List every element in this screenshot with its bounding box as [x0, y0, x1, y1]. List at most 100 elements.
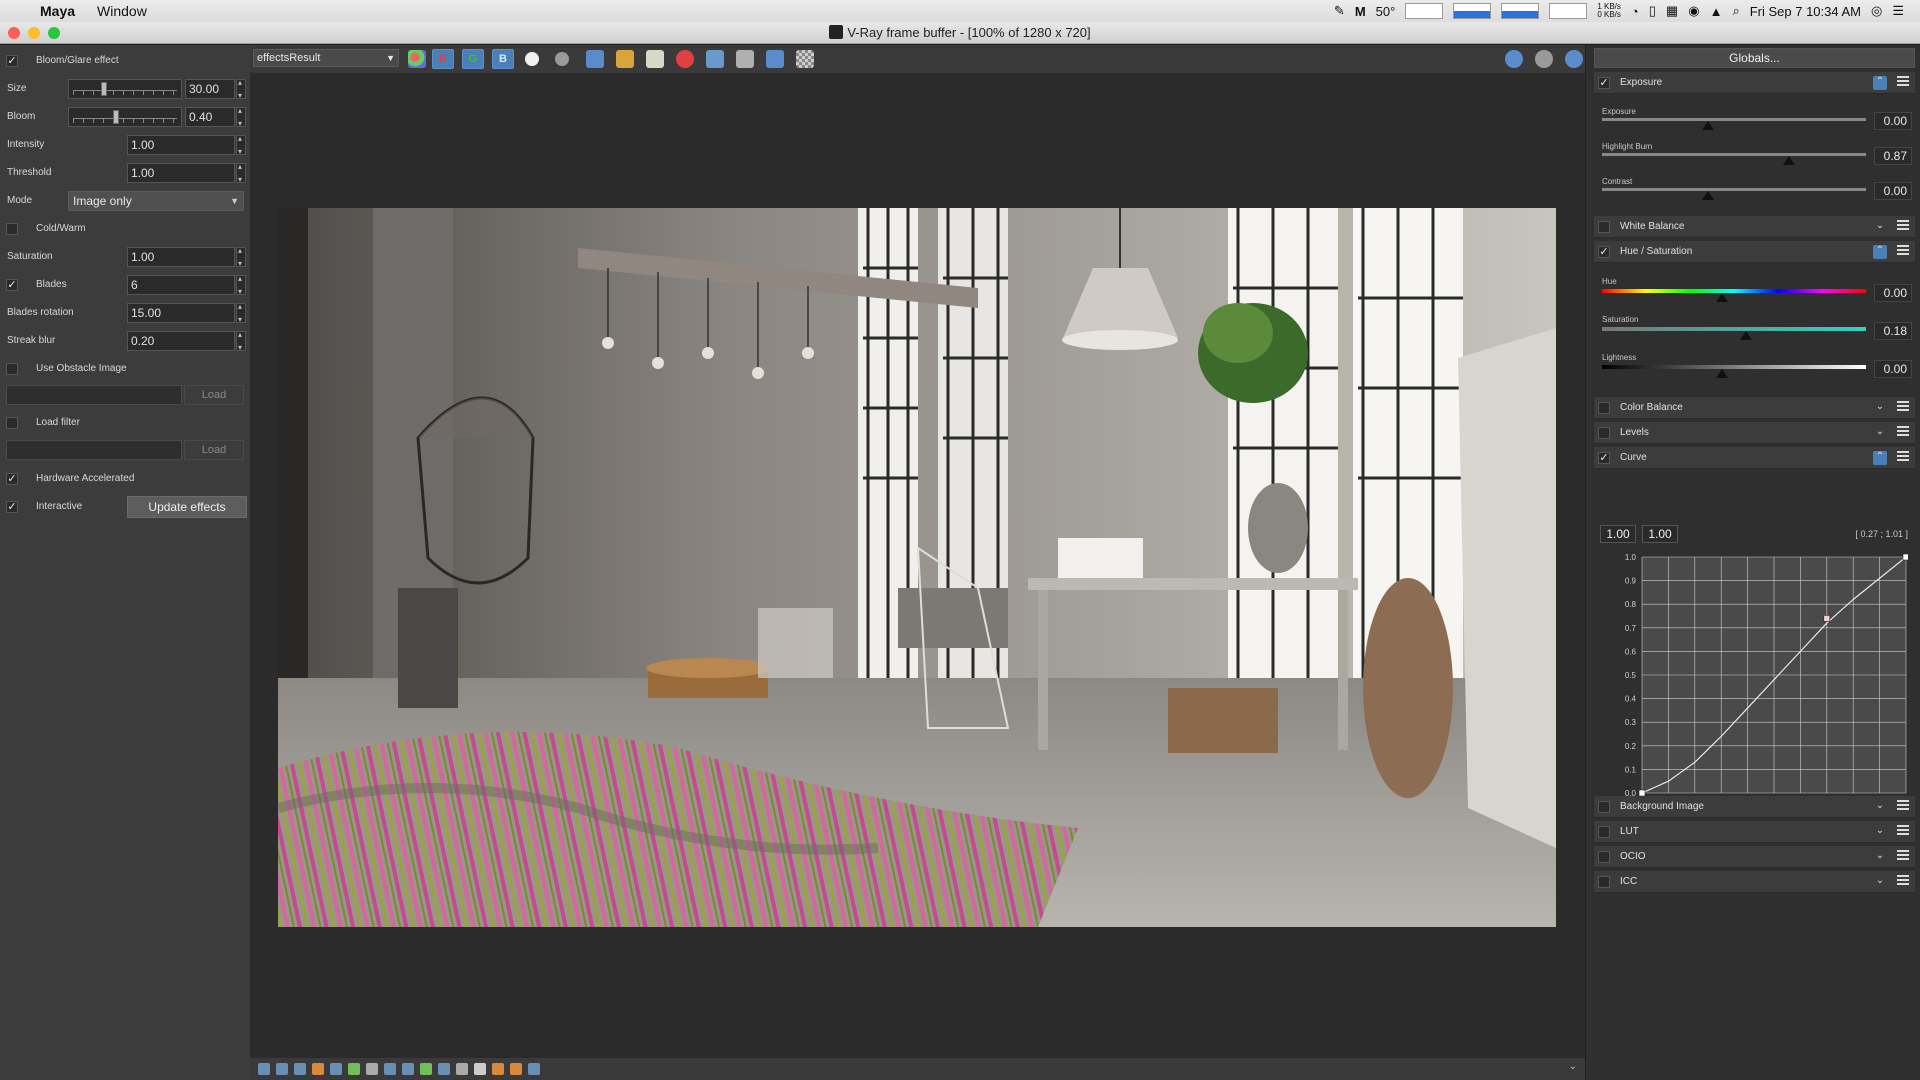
- size-spinner[interactable]: [236, 78, 246, 100]
- m-icon[interactable]: M: [1355, 4, 1366, 19]
- menu-icon[interactable]: [1897, 245, 1909, 257]
- exposure-checkbox[interactable]: ✓: [1598, 77, 1610, 89]
- menu-app[interactable]: Maya: [40, 3, 75, 19]
- lut-icon[interactable]: [456, 1063, 468, 1075]
- section-exposure[interactable]: ✓ Exposure ⌃: [1594, 72, 1915, 94]
- contrast-knob[interactable]: [1701, 191, 1714, 200]
- hardware-checkbox[interactable]: ✓: [6, 473, 18, 485]
- split-icon[interactable]: [510, 1063, 522, 1075]
- exposure-slider[interactable]: [1602, 118, 1866, 121]
- expand-down-icon[interactable]: ⌄: [1569, 1061, 1577, 1072]
- hue-slider[interactable]: [1602, 289, 1866, 293]
- image-icon[interactable]: [420, 1063, 432, 1075]
- bloom-slider[interactable]: [68, 107, 182, 127]
- collapse-icon[interactable]: ⌃: [1873, 245, 1887, 259]
- expand-icon[interactable]: ⌄: [1873, 220, 1887, 234]
- expand-icon[interactable]: ⌄: [1873, 850, 1887, 864]
- menu-icon[interactable]: [1897, 825, 1909, 837]
- compare-icon[interactable]: [276, 1063, 288, 1075]
- stereo-icon[interactable]: [528, 1063, 540, 1075]
- menu-icon[interactable]: [1897, 800, 1909, 812]
- menu-window[interactable]: Window: [97, 3, 147, 19]
- cold-warm-checkbox[interactable]: [6, 223, 18, 235]
- network-speed[interactable]: 1 KB/s 0 KB/s: [1597, 3, 1621, 19]
- expand-icon[interactable]: ⌄: [1873, 825, 1887, 839]
- menu-icon[interactable]: [1897, 220, 1909, 232]
- exposure-knob[interactable]: [1701, 121, 1714, 130]
- blades-rotation-input[interactable]: 15.00: [127, 303, 235, 323]
- section-curve[interactable]: ✓ Curve ⌃: [1594, 447, 1915, 469]
- lightness-value[interactable]: 0.00: [1874, 360, 1912, 378]
- network-graph[interactable]: [1549, 3, 1588, 19]
- filter-path-input[interactable]: [6, 440, 182, 460]
- checker-icon[interactable]: [796, 50, 814, 68]
- collapse-icon[interactable]: ⌃: [1873, 76, 1887, 90]
- blades-checkbox[interactable]: ✓: [6, 279, 18, 291]
- lightness-knob[interactable]: [1716, 369, 1728, 378]
- blue-channel-button[interactable]: B: [492, 49, 514, 69]
- saturation-slider[interactable]: [1602, 327, 1866, 331]
- siri-icon[interactable]: ◎: [1871, 3, 1882, 19]
- clipboard-icon[interactable]: [646, 50, 664, 68]
- size-input[interactable]: 30.00: [185, 79, 235, 99]
- stop-render-icon[interactable]: [676, 50, 694, 68]
- levels-icon[interactable]: [402, 1063, 414, 1075]
- rendered-image[interactable]: [278, 208, 1556, 927]
- highlight-burn-value[interactable]: 0.87: [1874, 147, 1912, 165]
- render-teapot-icon[interactable]: [766, 50, 784, 68]
- intensity-input[interactable]: 1.00: [127, 135, 235, 155]
- curve-output-field[interactable]: 1.00: [1642, 525, 1678, 543]
- mode-dropdown[interactable]: Image only ▼: [68, 191, 244, 211]
- grid-icon[interactable]: ▦: [1666, 3, 1678, 19]
- bloom-spinner[interactable]: [236, 106, 246, 128]
- hue-value[interactable]: 0.00: [1874, 284, 1912, 302]
- h-icon[interactable]: [474, 1063, 486, 1075]
- threshold-input[interactable]: 1.00: [127, 163, 235, 183]
- temperature[interactable]: 50°: [1376, 4, 1396, 19]
- saturation-knob[interactable]: [1740, 331, 1752, 340]
- stamp-icon[interactable]: [1535, 50, 1553, 68]
- menu-icon[interactable]: [1897, 451, 1909, 463]
- icc-checkbox[interactable]: [1598, 876, 1610, 888]
- flip-icon[interactable]: [492, 1063, 504, 1075]
- history-icon[interactable]: [258, 1063, 270, 1075]
- track-mouse-icon[interactable]: [736, 50, 754, 68]
- collapse-icon[interactable]: ⌃: [1873, 451, 1887, 465]
- update-effects-button[interactable]: Update effects: [127, 496, 247, 518]
- color-channels-icon[interactable]: [408, 50, 426, 68]
- green-channel-button[interactable]: G: [462, 49, 484, 69]
- menu-icon[interactable]: [1897, 76, 1909, 88]
- menu-icon[interactable]: [1897, 875, 1909, 887]
- bloom-input[interactable]: 0.40: [185, 107, 235, 127]
- ipr-icon[interactable]: [1505, 50, 1523, 68]
- menu-icon[interactable]: [1897, 850, 1909, 862]
- disk-graph[interactable]: [1501, 3, 1540, 19]
- curve-editor[interactable]: 0.00.00.10.10.20.20.30.30.40.40.50.50.60…: [1608, 547, 1908, 807]
- zoom-button[interactable]: [48, 27, 60, 39]
- red-channel-button[interactable]: R: [432, 49, 454, 69]
- blades-spinner[interactable]: [236, 274, 246, 296]
- background-image-checkbox[interactable]: [1598, 801, 1610, 813]
- white-circle-icon[interactable]: [525, 52, 539, 66]
- color-balance-checkbox[interactable]: [1598, 402, 1610, 414]
- stats-icon[interactable]: [348, 1063, 360, 1075]
- curve-input-field[interactable]: 1.00: [1600, 525, 1636, 543]
- list-icon[interactable]: ☰: [1892, 3, 1904, 19]
- obstacle-checkbox[interactable]: [6, 363, 18, 375]
- filter-load-button[interactable]: Load: [184, 440, 244, 460]
- globals-button[interactable]: Globals...: [1594, 48, 1915, 68]
- close-button[interactable]: [8, 27, 20, 39]
- section-color-balance[interactable]: Color Balance ⌄: [1594, 397, 1915, 419]
- mouse-icon[interactable]: ▯: [1649, 3, 1656, 19]
- curve-control-point[interactable]: [1823, 615, 1831, 622]
- curve-checkbox[interactable]: ✓: [1598, 452, 1610, 464]
- curve-icon[interactable]: [384, 1063, 396, 1075]
- expand-icon[interactable]: ⌄: [1873, 875, 1887, 889]
- streak-blur-input[interactable]: 0.20: [127, 331, 235, 351]
- intensity-spinner[interactable]: [236, 134, 246, 156]
- expand-icon[interactable]: ⌄: [1873, 401, 1887, 415]
- region-render-icon[interactable]: [706, 50, 724, 68]
- gauge-icon[interactable]: ◔: [1631, 4, 1639, 19]
- section-ocio[interactable]: OCIO ⌄: [1594, 846, 1915, 868]
- lut-checkbox[interactable]: [1598, 826, 1610, 838]
